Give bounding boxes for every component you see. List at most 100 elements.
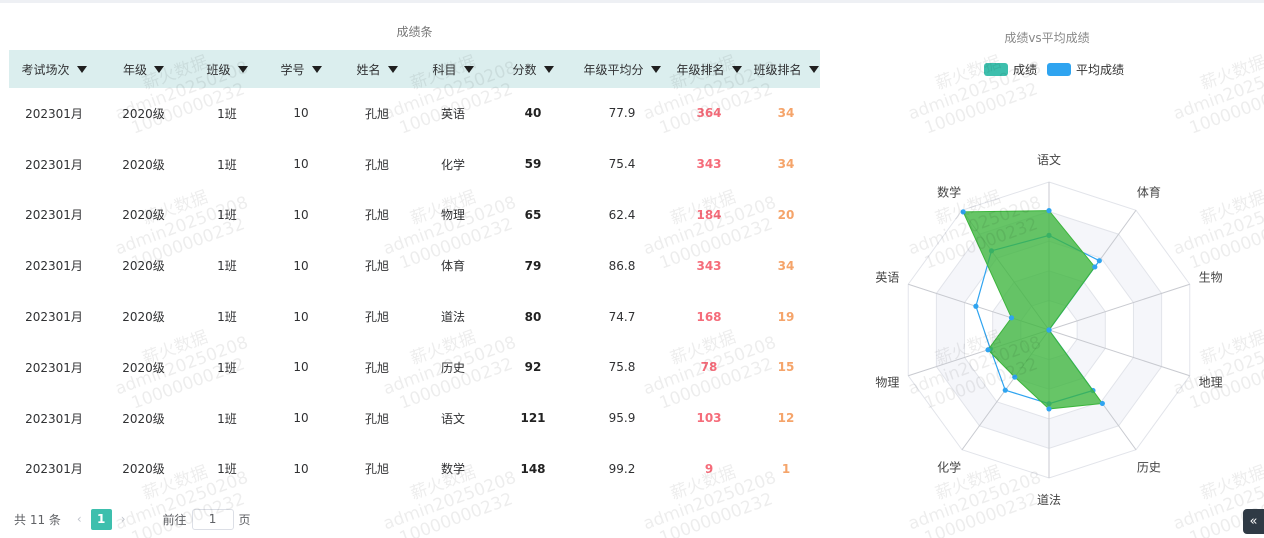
column-header[interactable]: 科目 (418, 50, 488, 88)
table-row[interactable]: 202301月 2020级 1班 10 孔旭 道法 80 74.7 168 19 (9, 291, 820, 342)
grade-average-cell: 75.4 (608, 157, 636, 172)
table-row[interactable]: 202301月 2020级 1班 10 孔旭 体育 79 86.8 343 34 (9, 240, 820, 291)
subject-cell: 化学 (440, 157, 465, 172)
grade-rank-cell: 9 (704, 461, 714, 476)
column-header[interactable]: 年级 (99, 50, 188, 88)
score-cell: 65 (524, 207, 542, 222)
name-cell: 孔旭 (364, 259, 389, 274)
table-row[interactable]: 202301月 2020级 1班 10 孔旭 历史 92 75.8 78 15 (9, 342, 820, 393)
collapse-icon[interactable]: « (1243, 509, 1264, 534)
radar-indicator-label: 历史 (1137, 461, 1161, 475)
score-table: 考试场次 年级 班级 学号 姓名 科目 分数 年级平均分 年级排名 班级排名 202301月 202… (9, 50, 820, 494)
sort-dropdown-icon[interactable] (731, 65, 742, 73)
radar-point-average (1096, 258, 1102, 264)
class-cell: 1班 (217, 310, 237, 325)
sort-dropdown-icon[interactable] (808, 65, 819, 73)
radar-indicator-label: 地理 (1199, 376, 1223, 390)
grade-cell: 2020级 (122, 259, 165, 274)
radar-point-average (973, 303, 979, 309)
subject-cell: 物理 (440, 208, 465, 223)
column-header-label: 学号 (280, 62, 305, 77)
sort-dropdown-icon[interactable] (76, 65, 87, 73)
name-cell: 孔旭 (364, 157, 389, 172)
column-header-label: 年级 (122, 62, 147, 77)
column-header[interactable]: 学号 (266, 50, 336, 88)
class-rank-cell: 34 (777, 157, 795, 172)
radar-indicator-label: 数学 (937, 184, 961, 199)
grade-cell: 2020级 (122, 411, 165, 426)
grade-cell: 2020级 (122, 462, 165, 477)
column-header[interactable]: 姓名 (336, 50, 418, 88)
class-rank-cell: 34 (777, 106, 795, 121)
radar-point-average (1002, 387, 1008, 393)
column-header-label: 班级 (206, 62, 231, 77)
student-id-cell: 10 (293, 207, 309, 222)
radar-chart-panel: 成绩vs平均成绩 成绩 平均成绩 语文 体育 生物 地理 历史 道法 化学 物理 英语 数学 (830, 3, 1264, 538)
column-header[interactable]: 年级平均分 (578, 50, 666, 88)
column-header-label: 分数 (512, 62, 537, 77)
radar-indicator-label: 道法 (1037, 493, 1061, 507)
grade-cell: 2020级 (122, 360, 165, 375)
column-header[interactable]: 年级排名 (666, 50, 752, 88)
table-row[interactable]: 202301月 2020级 1班 10 孔旭 物理 65 62.4 184 20 (9, 190, 820, 241)
sort-dropdown-icon[interactable] (650, 65, 661, 73)
subject-cell: 英语 (440, 106, 465, 121)
name-cell: 孔旭 (364, 411, 389, 426)
table-row[interactable]: 202301月 2020级 1班 10 孔旭 英语 40 77.9 364 34 (9, 88, 820, 139)
subject-cell: 语文 (440, 411, 465, 426)
grade-average-cell: 75.8 (608, 360, 636, 375)
pagination: 共 11 条 ‹ 1 › 前往 1 页 (14, 508, 251, 530)
column-header-label: 班级排名 (753, 62, 802, 77)
prev-page-icon[interactable]: ‹ (77, 512, 82, 526)
table-row[interactable]: 202301月 2020级 1班 10 孔旭 数学 148 99.2 9 1 (9, 444, 820, 495)
table-row[interactable]: 202301月 2020级 1班 10 孔旭 语文 121 95.9 103 12 (9, 393, 820, 444)
class-cell: 1班 (217, 259, 237, 274)
score-cell: 121 (520, 411, 546, 426)
name-cell: 孔旭 (364, 310, 389, 325)
goto-page-input[interactable]: 1 (191, 508, 234, 530)
column-header[interactable]: 分数 (488, 50, 578, 88)
column-header[interactable]: 班级排名 (752, 50, 820, 88)
sort-dropdown-icon[interactable] (154, 65, 164, 73)
exam-cell: 202301月 (25, 462, 83, 477)
radar-indicator-label: 英语 (875, 270, 899, 284)
column-header[interactable]: 考试场次 (9, 50, 99, 88)
sort-dropdown-icon[interactable] (463, 65, 474, 73)
radar-indicator-label: 生物 (1199, 270, 1223, 284)
column-header[interactable]: 班级 (188, 50, 266, 88)
radar-point-score (1008, 315, 1015, 321)
student-id-cell: 10 (293, 258, 309, 273)
sort-dropdown-icon[interactable] (237, 65, 248, 73)
table-body: 202301月 2020级 1班 10 孔旭 英语 40 77.9 364 34 202301月 20… (9, 88, 820, 494)
grade-cell: 2020级 (122, 310, 165, 325)
grade-average-cell: 86.8 (608, 258, 636, 273)
name-cell: 孔旭 (364, 360, 389, 375)
score-cell: 40 (524, 106, 542, 121)
table-header-row: 考试场次 年级 班级 学号 姓名 科目 分数 年级平均分 年级排名 班级排名 (9, 50, 820, 88)
radar-point-score (1046, 208, 1052, 214)
radar-indicator-label: 物理 (875, 376, 899, 390)
name-cell: 孔旭 (364, 106, 389, 121)
page-number-current[interactable]: 1 (90, 508, 112, 530)
column-header-label: 考试场次 (21, 62, 70, 77)
sort-dropdown-icon[interactable] (387, 65, 398, 73)
radar-point-score (1046, 406, 1052, 412)
class-rank-cell: 12 (777, 411, 795, 426)
radar-point-score (1099, 400, 1105, 407)
subject-cell: 道法 (440, 310, 465, 325)
column-header-label: 年级平均分 (583, 62, 644, 77)
student-id-cell: 10 (293, 106, 309, 121)
radar-point-score (985, 347, 991, 353)
goto-label: 前往 (162, 512, 187, 527)
next-page-icon[interactable]: › (121, 512, 126, 526)
sort-dropdown-icon[interactable] (311, 65, 322, 73)
class-rank-cell: 34 (777, 258, 795, 273)
class-cell: 1班 (217, 157, 237, 172)
page-suffix-label: 页 (238, 512, 251, 527)
radar-point-score (1046, 327, 1052, 333)
student-id-cell: 10 (293, 309, 309, 324)
score-cell: 92 (524, 360, 542, 375)
grade-cell: 2020级 (122, 208, 165, 223)
table-row[interactable]: 202301月 2020级 1班 10 孔旭 化学 59 75.4 343 34 (9, 139, 820, 190)
sort-dropdown-icon[interactable] (543, 65, 554, 73)
